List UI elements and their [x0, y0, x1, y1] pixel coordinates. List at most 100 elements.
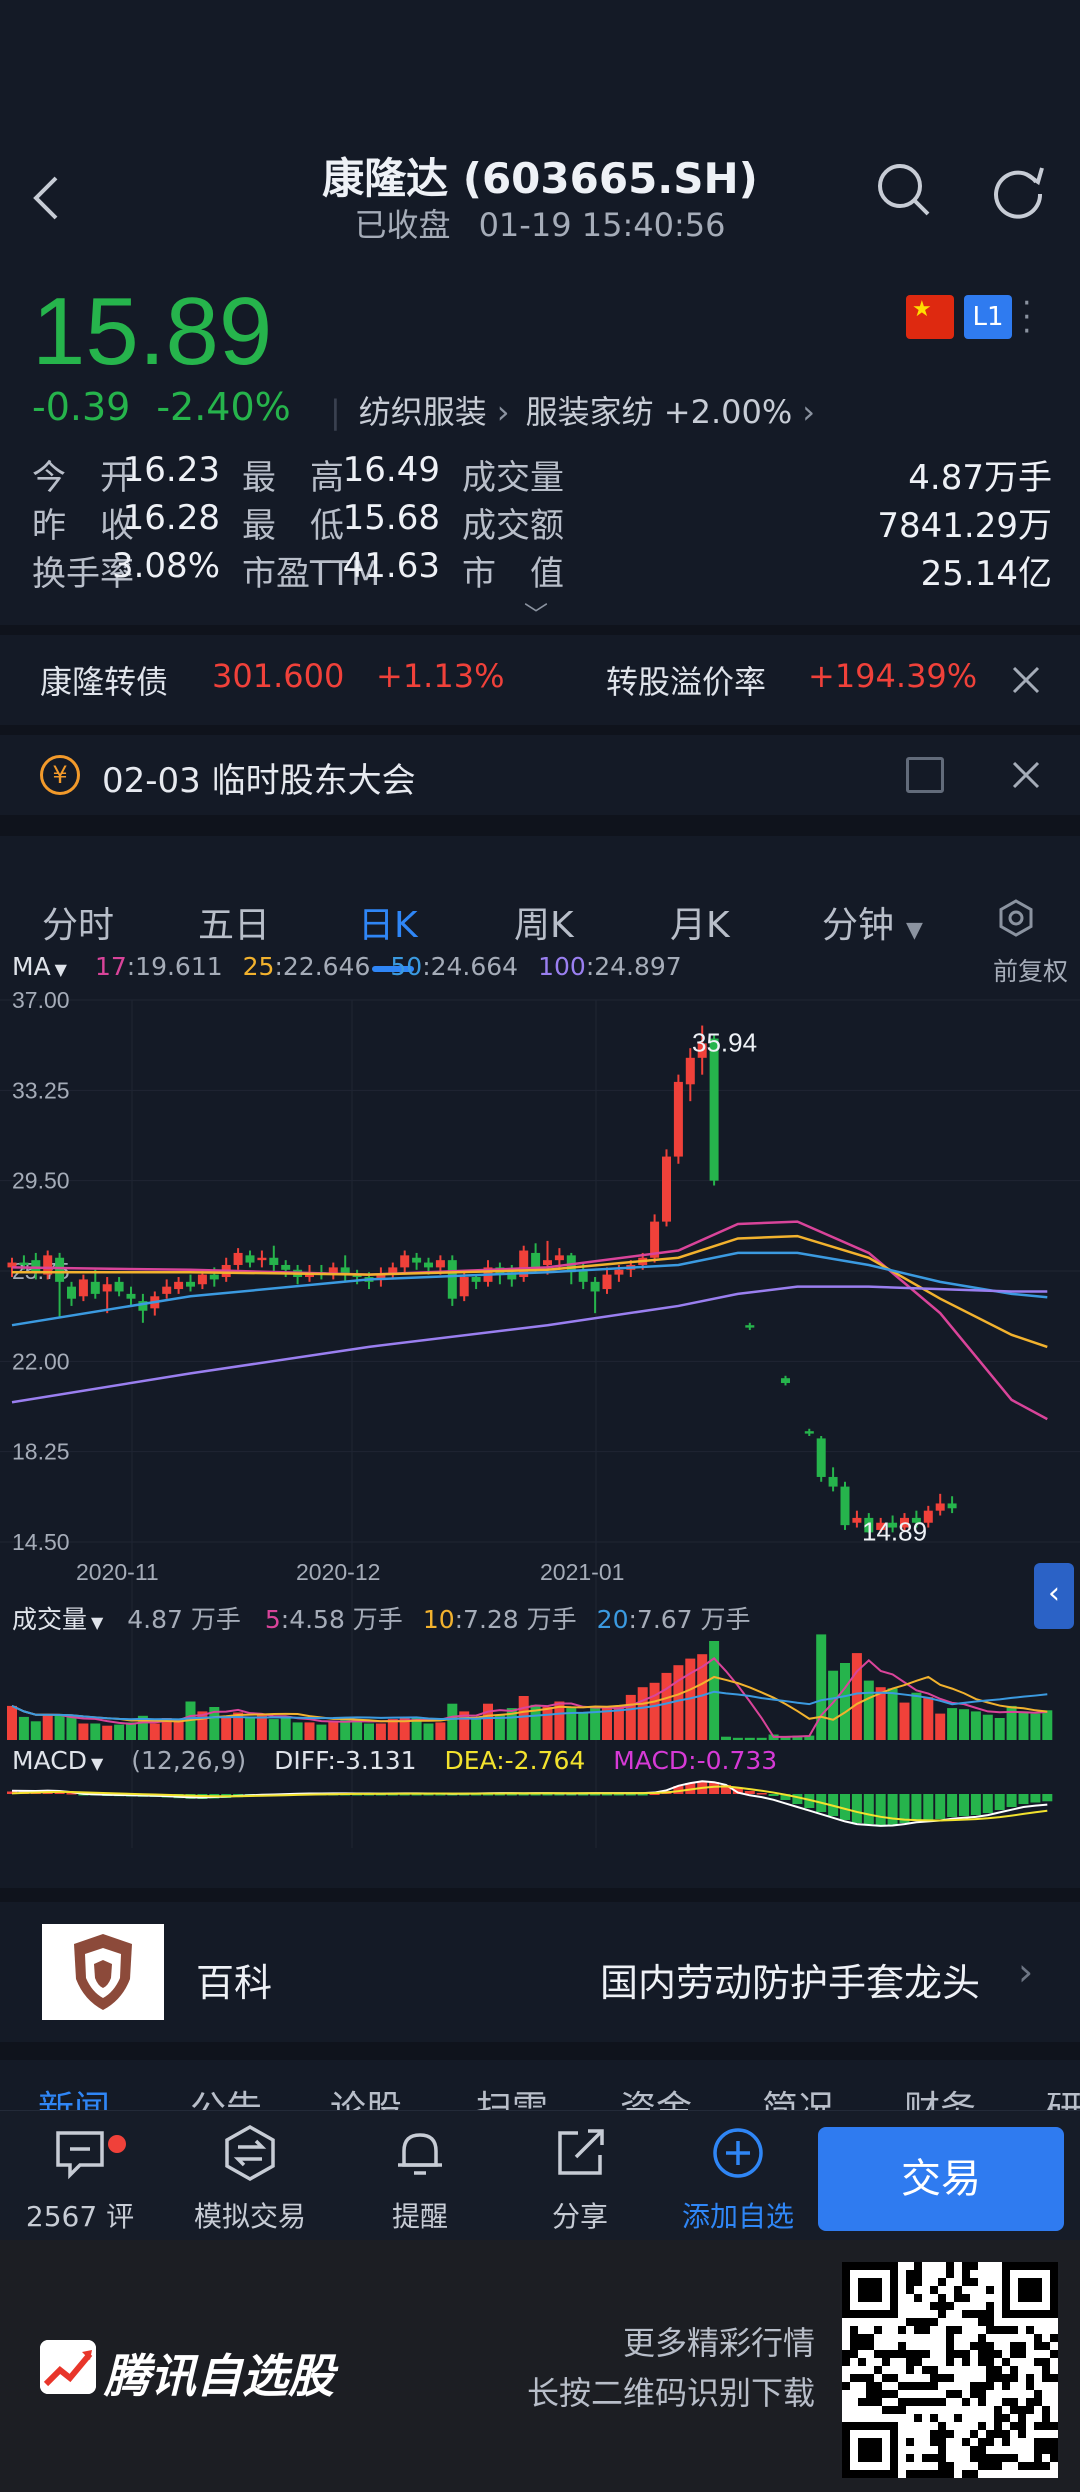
candle-body — [233, 1252, 243, 1265]
qr-module — [978, 2358, 986, 2366]
comments-button[interactable]: 2567 评 — [0, 2123, 160, 2235]
qr-module — [938, 2422, 946, 2430]
china-flag-icon: ★ — [906, 295, 954, 339]
more-icon[interactable]: · · · — [1022, 289, 1034, 347]
qr-finder — [1018, 2278, 1042, 2302]
candle-body — [126, 1293, 136, 1299]
stat-value: 16.23 — [122, 450, 220, 490]
refresh-icon[interactable] — [988, 160, 1048, 220]
volume-bar — [280, 1716, 291, 1740]
tab-risk[interactable]: 扫雷 — [476, 2080, 548, 2110]
qr-module — [1018, 2462, 1026, 2470]
macd-histogram-bar — [637, 1794, 648, 1796]
qr-module — [938, 2310, 946, 2318]
event-notice[interactable]: ¥ 02-03 临时股东大会 — [0, 735, 1080, 815]
candle-body — [257, 1257, 267, 1261]
trade-button[interactable]: 交易 — [818, 2127, 1064, 2231]
qr-module — [858, 2342, 866, 2350]
top-bar: 康隆达 (603665.SH) 已收盘 01-19 15:40:56 — [0, 0, 1080, 255]
macd-histogram-bar — [923, 1794, 934, 1820]
qr-finder — [858, 2278, 882, 2302]
simulated-trade-button[interactable]: 模拟交易 — [170, 2123, 330, 2235]
collapse-left-icon[interactable]: ‹ — [1034, 1563, 1074, 1629]
subsector-change: +2.00% — [663, 393, 793, 431]
promo-line-1: 更多精彩行情 — [622, 2324, 815, 2362]
quote-datetime: 01-19 15:40:56 — [478, 206, 726, 244]
qr-module — [970, 2454, 978, 2462]
calendar-add-icon[interactable] — [906, 757, 944, 793]
volume-bar — [947, 1708, 958, 1740]
qr-module — [930, 2398, 938, 2406]
macd-params: (12,26,9) — [131, 1746, 247, 1775]
volume-bar — [756, 1737, 767, 1740]
qr-module — [906, 2366, 914, 2374]
qr-module — [1026, 2462, 1034, 2470]
candle-body — [197, 1274, 207, 1285]
volume-legend-item-20: 20:7.67 万手 — [597, 1605, 751, 1634]
tab-discussion[interactable]: 论股 — [330, 2080, 402, 2110]
alert-button[interactable]: 提醒 — [340, 2123, 500, 2235]
volume-bar — [304, 1722, 315, 1740]
search-icon[interactable] — [874, 160, 934, 220]
volume-bar — [66, 1716, 77, 1740]
volume-bar — [542, 1707, 553, 1740]
subsector-link[interactable]: 服装家纺 — [526, 393, 654, 431]
change-percent: -2.40% — [156, 385, 291, 429]
qr-module — [946, 2430, 954, 2438]
macd-histogram-bar — [982, 1794, 993, 1813]
qr-module — [1034, 2454, 1042, 2462]
qr-module — [946, 2390, 954, 2398]
qr-module — [922, 2454, 930, 2462]
tab-news[interactable]: 新闻 — [38, 2080, 110, 2110]
qr-module — [890, 2406, 898, 2414]
tab-research[interactable]: 研 — [1046, 2080, 1080, 2110]
macd-histogram-bar — [959, 1794, 969, 1816]
macd-histogram-bar — [768, 1794, 779, 1796]
volume-bar — [851, 1653, 862, 1740]
tab-funds[interactable]: 资金 — [620, 2080, 692, 2110]
share-button[interactable]: 分享 — [500, 2123, 660, 2235]
macd-histogram-bar — [970, 1794, 981, 1815]
bond-change: +1.13% — [376, 657, 505, 695]
y-tick-label: 14.50 — [12, 1529, 70, 1555]
level-badge[interactable]: L1 — [964, 295, 1012, 339]
qr-module — [1034, 2390, 1042, 2398]
qr-module — [842, 2350, 850, 2358]
qr-module — [922, 2366, 930, 2374]
qr-module — [1002, 2326, 1010, 2334]
convertible-bond-bar[interactable]: 康隆转债 301.600 +1.13% 转股溢价率 +194.39% — [0, 635, 1080, 725]
tab-finance[interactable]: 财务 — [904, 2080, 976, 2110]
macd-legend: MACD ▼ (12,26,9) DIFF:-3.131 DEA:-2.764 M… — [12, 1746, 797, 1775]
qr-code-icon[interactable] — [842, 2262, 1058, 2478]
quote-stats: 今 开 16.23 最 高 16.49 成交量 4.87万手 昨 收 16.28… — [32, 450, 1052, 594]
expand-chevron-icon[interactable]: ﹀ — [524, 595, 548, 630]
qr-module — [1034, 2358, 1042, 2366]
add-watchlist-button[interactable]: 添加自选 — [658, 2123, 818, 2235]
close-icon[interactable] — [1008, 757, 1044, 793]
qr-module — [962, 2350, 970, 2358]
bond-price: 301.600 — [212, 657, 345, 695]
volume-bar — [518, 1696, 529, 1740]
qr-module — [858, 2334, 866, 2342]
macd-histogram-bar — [947, 1794, 958, 1817]
volume-bar — [578, 1712, 589, 1740]
chart-panel: 分时 五日 日K 周K 月K 分钟 ▼ MA ▼ 17:19.611 25:22.64… — [0, 836, 1080, 1888]
tab-announcement[interactable]: 公告 — [190, 2080, 262, 2110]
industry-link[interactable]: 纺织服装 — [359, 393, 487, 431]
candlestick-chart[interactable]: 37.0033.2529.5025.7522.0018.2514.502020-… — [0, 836, 1080, 1888]
qr-module — [1018, 2350, 1026, 2358]
volume-bar — [447, 1703, 458, 1740]
volume-indicator-name[interactable]: 成交量 ▼ — [12, 1605, 103, 1634]
candle-body — [55, 1257, 65, 1282]
y-tick-label: 29.50 — [12, 1168, 70, 1194]
tab-profile[interactable]: 简况 — [762, 2080, 834, 2110]
caret-down-icon: ▼ — [90, 1754, 104, 1773]
baike-card[interactable]: 百科 国内劳动防护手套龙头 › — [0, 1902, 1080, 2042]
macd-dea: DEA:-2.764 — [444, 1746, 586, 1775]
qr-module — [994, 2422, 1002, 2430]
qr-module — [898, 2342, 906, 2350]
qr-module — [946, 2270, 954, 2278]
macd-indicator-name[interactable]: MACD ▼ — [12, 1746, 103, 1775]
qr-module — [1010, 2374, 1018, 2382]
close-icon[interactable] — [1008, 662, 1044, 698]
